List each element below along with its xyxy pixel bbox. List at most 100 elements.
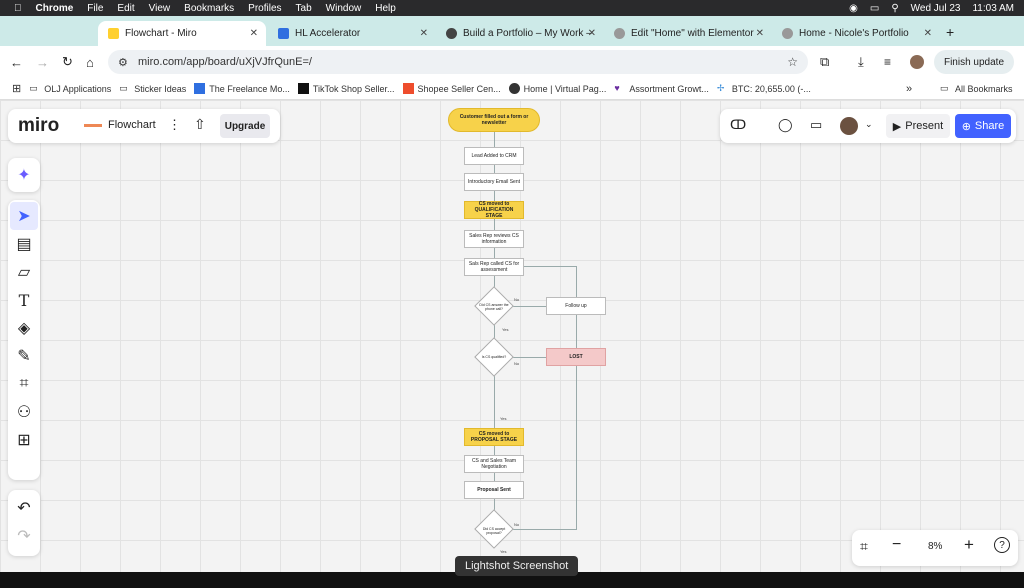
comment-icon[interactable]: ⚇ <box>6 398 42 426</box>
menubar-date[interactable]: Wed Jul 23 <box>911 3 961 14</box>
flow-start-node[interactable]: Customer filled out a form or newsletter <box>448 108 540 132</box>
flow-node-qualification[interactable]: CS moved to QUALIFICATION STAGE <box>464 201 524 219</box>
video-icon[interactable]: ▭ <box>810 117 822 133</box>
site-icon <box>508 83 520 94</box>
bookmark-star-icon[interactable]: ☆ <box>787 55 798 69</box>
board-title[interactable]: Flowchart <box>108 119 156 131</box>
frame-icon[interactable]: ⌗ <box>6 370 42 398</box>
close-icon[interactable]: ✕ <box>924 28 932 39</box>
flow-node-review[interactable]: Sales Rep reviews CS information <box>464 230 524 248</box>
zoom-level[interactable]: 8% <box>928 541 942 552</box>
undo-icon[interactable]: ↶ <box>6 494 42 522</box>
fit-screen-icon[interactable]: ⌗ <box>860 538 868 555</box>
flow-node-proposal-sent[interactable]: Proposal Sent <box>464 481 524 499</box>
sticky-note-icon[interactable]: ▱ <box>6 258 42 286</box>
bookmark-assortment[interactable]: ♥ Assortment Growt... <box>614 83 709 94</box>
zoom-in-icon[interactable]: + <box>964 535 974 555</box>
pen-icon[interactable]: ✎ <box>6 342 42 370</box>
export-icon[interactable]: ⇧ <box>194 116 206 133</box>
tab-hl-accelerator[interactable]: HL Accelerator ✕ <box>268 21 436 46</box>
more-bookmarks-icon[interactable]: » <box>906 83 912 95</box>
media-icon[interactable]: ≡ <box>884 55 891 69</box>
board-header-panel: miro Flowchart ⋮ ⇧ Upgrade <box>8 109 280 143</box>
tab-build-portfolio[interactable]: Build a Portfolio – My Work – ✕ <box>436 21 604 46</box>
apps-grid-icon[interactable]: ⊞ <box>12 82 21 95</box>
ai-sparkle-icon[interactable]: ✦ <box>8 158 40 192</box>
tiktok-icon <box>297 83 309 94</box>
flow-node-crm[interactable]: Lead Added to CRM <box>464 147 524 165</box>
download-icon[interactable]: ⤓ <box>858 54 864 70</box>
user-avatar[interactable] <box>840 117 858 135</box>
bookmark-shopee[interactable]: Shopee Seller Cen... <box>402 83 501 94</box>
battery-icon[interactable]: ▭ <box>870 3 879 14</box>
site-settings-icon[interactable]: ⚙ <box>118 56 128 69</box>
apple-icon[interactable]:  <box>14 3 22 14</box>
zoom-out-icon[interactable]: − <box>892 536 901 554</box>
menu-view[interactable]: View <box>149 3 171 14</box>
more-options-icon[interactable]: ⋮ <box>168 117 181 133</box>
tab-nicole-portfolio[interactable]: Home - Nicole's Portfolio ✕ <box>772 21 940 46</box>
close-icon[interactable]: ✕ <box>420 28 428 39</box>
present-button[interactable]: ▶ Present <box>886 114 950 138</box>
miro-logo[interactable]: miro <box>18 115 59 137</box>
tab-elementor[interactable]: Edit "Home" with Elementor ✕ <box>604 21 772 46</box>
edge-label-no: No <box>514 361 520 366</box>
menu-bookmarks[interactable]: Bookmarks <box>184 3 234 14</box>
shapes-icon[interactable]: ◈ <box>6 314 42 342</box>
board-icon <box>84 124 102 127</box>
menubar-time[interactable]: 11:03 AM <box>972 3 1014 14</box>
extensions-icon[interactable]: ⧉ <box>820 54 829 70</box>
bookmark-tiktok[interactable]: TikTok Shop Seller... <box>297 83 395 94</box>
add-more-icon[interactable]: ⊞ <box>6 426 42 454</box>
flow-node-assessment[interactable]: Sals Rep called CS for assessment <box>464 258 524 276</box>
reload-icon[interactable]: ↻ <box>62 54 73 70</box>
tab-flowchart[interactable]: Flowchart - Miro ✕ <box>98 21 266 46</box>
flow-node-lost[interactable]: LOST <box>546 348 606 366</box>
miro-canvas[interactable]: miro Flowchart ⋮ ⇧ Upgrade ↀ ◯ ▭ ⌄ ▶ Pres… <box>0 100 1024 572</box>
close-icon[interactable]: ✕ <box>588 28 596 39</box>
new-tab-icon[interactable]: + <box>946 24 954 40</box>
flow-node-proposal-stage[interactable]: CS moved to PROPOSAL STAGE <box>464 428 524 446</box>
share-label: Share <box>974 120 1005 132</box>
bookmark-sticker[interactable]: ▭ Sticker Ideas <box>119 83 186 94</box>
help-icon[interactable]: ? <box>994 537 1010 553</box>
bookmark-freelance[interactable]: The Freelance Mo... <box>194 83 290 94</box>
upgrade-button[interactable]: Upgrade <box>220 114 270 138</box>
wifi-icon[interactable]: ◉ <box>849 3 858 14</box>
templates-icon[interactable]: ▤ <box>6 230 42 258</box>
bookmark-virtual[interactable]: Home | Virtual Pag... <box>508 83 606 94</box>
status-area: ◉ ▭ ⚲ Wed Jul 23 11:03 AM <box>849 0 1014 16</box>
address-bar[interactable]: ⚙ miro.com/app/board/uXjVJfrQunE=/ ☆ <box>108 50 808 74</box>
edge-label-yes: Yes <box>500 549 507 554</box>
menu-tab[interactable]: Tab <box>296 3 312 14</box>
menu-profiles[interactable]: Profiles <box>248 3 281 14</box>
menu-file[interactable]: File <box>87 3 103 14</box>
finish-update-button[interactable]: Finish update <box>934 50 1014 74</box>
menu-help[interactable]: Help <box>375 3 396 14</box>
chevron-down-icon[interactable]: ⌄ <box>865 119 873 130</box>
close-icon[interactable]: ✕ <box>250 28 258 39</box>
all-bookmarks[interactable]: ▭ All Bookmarks <box>940 83 1013 94</box>
text-icon[interactable]: T <box>6 286 42 314</box>
home-icon[interactable]: ⌂ <box>86 55 94 70</box>
bookmark-btc[interactable]: ✢ BTC: 20,655.00 (-... <box>717 83 811 94</box>
bookmark-olj[interactable]: ▭ OLJ Applications <box>29 83 111 94</box>
chat-icon[interactable]: ◯ <box>778 117 793 133</box>
flow-node-intro-email[interactable]: Introductory Email Sent <box>464 173 524 191</box>
flow-node-negotiation[interactable]: CS and Sales Team Negotiation <box>464 455 524 473</box>
forward-icon[interactable]: → <box>36 55 49 70</box>
flow-node-follow-up[interactable]: Follow up <box>546 297 606 315</box>
profile-avatar[interactable] <box>910 55 924 69</box>
close-icon[interactable]: ✕ <box>756 28 764 39</box>
reactions-icon[interactable]: ↀ <box>730 117 746 133</box>
menu-edit[interactable]: Edit <box>117 3 134 14</box>
shopee-icon <box>402 83 414 94</box>
menu-app-name[interactable]: Chrome <box>36 3 74 14</box>
zoom-panel: ⌗ − 8% + ? <box>852 530 1018 566</box>
share-button[interactable]: ⊕ Share <box>955 114 1011 138</box>
search-icon[interactable]: ⚲ <box>891 3 898 14</box>
menu-window[interactable]: Window <box>326 3 362 14</box>
select-cursor-icon[interactable]: ➤ <box>10 202 38 230</box>
back-icon[interactable]: ← <box>10 55 23 70</box>
redo-icon[interactable]: ↷ <box>6 522 42 550</box>
